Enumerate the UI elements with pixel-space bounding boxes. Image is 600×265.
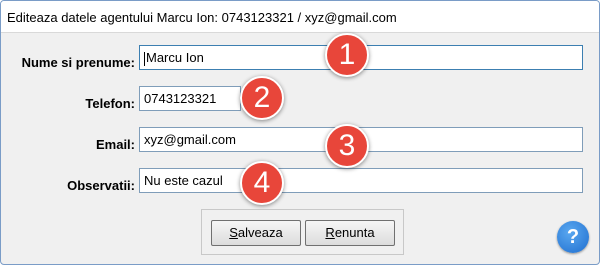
cancel-button[interactable]: Renunta (305, 220, 395, 246)
window-title: Editeaza datele agentului Marcu Ion: 074… (7, 10, 397, 25)
save-mnemonic: S (229, 225, 238, 240)
button-group: Salveaza Renunta (201, 209, 404, 255)
phone-field[interactable]: 0743123321 (139, 86, 241, 111)
name-value: Marcu Ion (146, 50, 204, 65)
cancel-label: enunta (334, 225, 375, 240)
callout-badge-4: 4 (240, 161, 284, 205)
phone-label: Telefon: (85, 96, 135, 111)
title-bar[interactable]: Editeaza datele agentului Marcu Ion: 074… (1, 1, 599, 33)
callout-badge-3: 3 (325, 124, 369, 168)
notes-label: Observatii: (67, 178, 135, 193)
name-label: Nume si prenume: (21, 55, 135, 70)
callout-badge-2: 2 (240, 76, 284, 120)
text-caret (144, 51, 145, 66)
cancel-mnemonic: R (325, 225, 335, 240)
email-label: Email: (95, 137, 135, 152)
notes-field[interactable]: Nu este cazul (139, 168, 583, 193)
callout-badge-1: 1 (325, 33, 369, 77)
help-icon[interactable]: ? (557, 221, 589, 253)
edit-agent-dialog: Editeaza datele agentului Marcu Ion: 074… (0, 0, 600, 265)
save-label: alveaza (237, 225, 283, 240)
save-button[interactable]: Salveaza (211, 220, 301, 246)
